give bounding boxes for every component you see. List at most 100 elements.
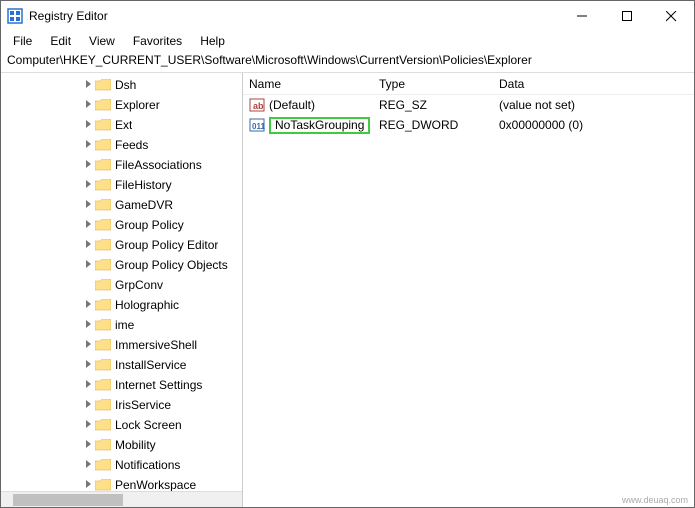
tree-label: ime xyxy=(115,318,134,332)
window-controls xyxy=(559,1,694,31)
address-bar[interactable]: Computer\HKEY_CURRENT_USER\Software\Micr… xyxy=(1,51,694,73)
folder-icon xyxy=(95,319,111,332)
tree-label: ImmersiveShell xyxy=(115,338,197,352)
expand-icon[interactable] xyxy=(81,400,95,411)
watermark: www.deuaq.com xyxy=(622,495,688,505)
expand-icon[interactable] xyxy=(81,480,95,491)
expand-icon[interactable] xyxy=(81,120,95,131)
string-value-icon: ab xyxy=(249,97,265,113)
folder-icon xyxy=(95,139,111,152)
value-name: (Default) xyxy=(269,98,315,112)
tree-label: Dsh xyxy=(115,78,136,92)
folder-icon xyxy=(95,459,111,472)
value-data: (value not set) xyxy=(493,98,694,112)
tree-label: Ext xyxy=(115,118,132,132)
menubar: File Edit View Favorites Help xyxy=(1,31,694,51)
tree-item-notifications[interactable]: Notifications xyxy=(1,455,242,475)
list-header: Name Type Data xyxy=(243,73,694,95)
expand-icon[interactable] xyxy=(81,440,95,451)
expand-icon[interactable] xyxy=(81,340,95,351)
tree-item-feeds[interactable]: Feeds xyxy=(1,135,242,155)
regedit-icon xyxy=(7,8,23,24)
expand-icon[interactable] xyxy=(81,320,95,331)
value-type: REG_DWORD xyxy=(373,118,493,132)
tree-item-gamedvr[interactable]: GameDVR xyxy=(1,195,242,215)
tree-item-internet-settings[interactable]: Internet Settings xyxy=(1,375,242,395)
expand-icon[interactable] xyxy=(81,160,95,171)
tree-item-lock-screen[interactable]: Lock Screen xyxy=(1,415,242,435)
folder-icon xyxy=(95,119,111,132)
expand-icon[interactable] xyxy=(81,260,95,271)
folder-icon xyxy=(95,379,111,392)
expand-icon[interactable] xyxy=(81,180,95,191)
folder-icon xyxy=(95,259,111,272)
expand-icon[interactable] xyxy=(81,80,95,91)
tree-label: FileAssociations xyxy=(115,158,202,172)
folder-icon xyxy=(95,219,111,232)
tree-label: Holographic xyxy=(115,298,179,312)
tree-item-irisservice[interactable]: IrisService xyxy=(1,395,242,415)
column-data[interactable]: Data xyxy=(493,77,694,91)
folder-icon xyxy=(95,419,111,432)
tree-item-group-policy-objects[interactable]: Group Policy Objects xyxy=(1,255,242,275)
expand-icon[interactable] xyxy=(81,380,95,391)
value-data: 0x00000000 (0) xyxy=(493,118,694,132)
menu-view[interactable]: View xyxy=(81,32,123,50)
tree-item-immersiveshell[interactable]: ImmersiveShell xyxy=(1,335,242,355)
folder-icon xyxy=(95,159,111,172)
minimize-button[interactable] xyxy=(559,1,604,31)
tree-item-group-policy-editor[interactable]: Group Policy Editor xyxy=(1,235,242,255)
tree-item-mobility[interactable]: Mobility xyxy=(1,435,242,455)
tree-item-fileassociations[interactable]: FileAssociations xyxy=(1,155,242,175)
tree-item-dsh[interactable]: Dsh xyxy=(1,75,242,95)
tree-label: IrisService xyxy=(115,398,171,412)
folder-icon xyxy=(95,239,111,252)
tree-label: InstallService xyxy=(115,358,186,372)
expand-icon[interactable] xyxy=(81,220,95,231)
close-button[interactable] xyxy=(649,1,694,31)
tree-item-ext[interactable]: Ext xyxy=(1,115,242,135)
list-panel: Name Type Data ab(Default)REG_SZ(value n… xyxy=(243,73,694,507)
tree-label: Group Policy Objects xyxy=(115,258,228,272)
rename-input[interactable]: NoTaskGrouping xyxy=(269,117,370,134)
titlebar: Registry Editor xyxy=(1,1,694,31)
folder-icon xyxy=(95,199,111,212)
expand-icon[interactable] xyxy=(81,240,95,251)
tree-label: Mobility xyxy=(115,438,156,452)
expand-icon[interactable] xyxy=(81,360,95,371)
expand-icon[interactable] xyxy=(81,200,95,211)
folder-icon xyxy=(95,279,111,292)
menu-edit[interactable]: Edit xyxy=(42,32,79,50)
folder-icon xyxy=(95,179,111,192)
folder-icon xyxy=(95,479,111,492)
tree-label: Feeds xyxy=(115,138,148,152)
horizontal-scrollbar[interactable] xyxy=(1,491,242,507)
expand-icon[interactable] xyxy=(81,140,95,151)
folder-icon xyxy=(95,79,111,92)
column-name[interactable]: Name xyxy=(243,77,373,91)
tree-item-grpconv[interactable]: GrpConv xyxy=(1,275,242,295)
tree-item-explorer[interactable]: Explorer xyxy=(1,95,242,115)
tree-panel: Dsh Explorer Ext Feeds FileAssociations FileH… xyxy=(1,73,243,507)
expand-icon[interactable] xyxy=(81,300,95,311)
tree-label: Notifications xyxy=(115,458,180,472)
tree-label: Lock Screen xyxy=(115,418,182,432)
expand-icon[interactable] xyxy=(81,420,95,431)
list-row[interactable]: 011NoTaskGroupingREG_DWORD0x00000000 (0) xyxy=(243,115,694,135)
folder-icon xyxy=(95,359,111,372)
column-type[interactable]: Type xyxy=(373,77,493,91)
list-row[interactable]: ab(Default)REG_SZ(value not set) xyxy=(243,95,694,115)
tree-item-holographic[interactable]: Holographic xyxy=(1,295,242,315)
maximize-button[interactable] xyxy=(604,1,649,31)
expand-icon[interactable] xyxy=(81,460,95,471)
menu-favorites[interactable]: Favorites xyxy=(125,32,190,50)
tree-item-filehistory[interactable]: FileHistory xyxy=(1,175,242,195)
tree-label: FileHistory xyxy=(115,178,172,192)
tree-item-penworkspace[interactable]: PenWorkspace xyxy=(1,475,242,491)
tree-item-installservice[interactable]: InstallService xyxy=(1,355,242,375)
tree-item-ime[interactable]: ime xyxy=(1,315,242,335)
tree-item-group-policy[interactable]: Group Policy xyxy=(1,215,242,235)
expand-icon[interactable] xyxy=(81,100,95,111)
menu-help[interactable]: Help xyxy=(192,32,233,50)
menu-file[interactable]: File xyxy=(5,32,40,50)
